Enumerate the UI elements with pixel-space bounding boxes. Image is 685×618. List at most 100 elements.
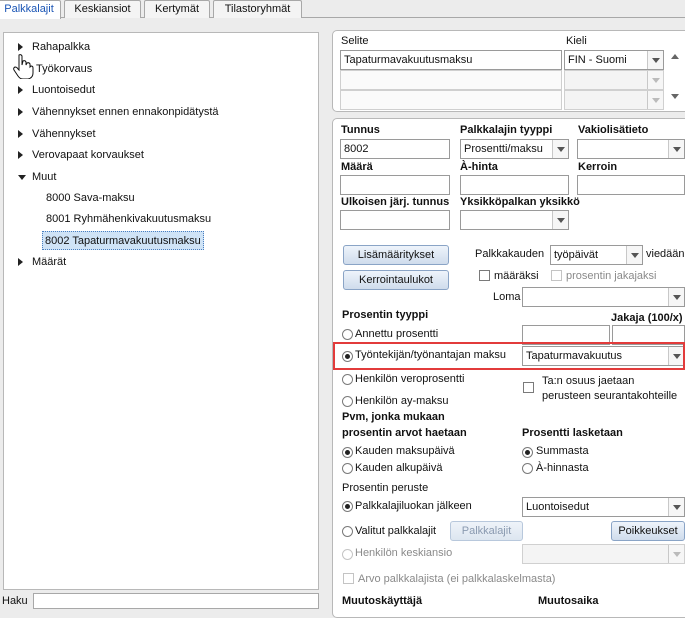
chevron-down-icon[interactable]: [626, 246, 642, 264]
maksupaiva-label: Kauden maksupäivä: [355, 445, 455, 457]
expand-arrow-icon[interactable]: [18, 108, 23, 116]
ulkoinen-tunnus-input[interactable]: [340, 210, 450, 230]
pvm-title: Pvm, jonka mukaan: [342, 411, 445, 423]
tyyppi-value: Prosentti/maksu: [464, 143, 543, 155]
expand-arrow-icon[interactable]: [18, 86, 23, 94]
lisamaaritykset-button[interactable]: Lisämääritykset: [343, 245, 449, 265]
expand-arrow-icon[interactable]: [18, 258, 23, 266]
annettu-prosentti-radio[interactable]: [342, 329, 353, 340]
tab-palkkalajit[interactable]: Palkkalajit: [0, 0, 61, 19]
palkkakauden-select[interactable]: työpäivät: [550, 245, 643, 265]
expand-arrow-icon[interactable]: [18, 151, 23, 159]
summasta-radio[interactable]: [522, 447, 533, 458]
veroprosentti-radio[interactable]: [342, 374, 353, 385]
tree-item-8002-selected[interactable]: 8002 Tapaturmavakuutusmaksu: [42, 231, 204, 250]
vakio-label: Vakiolisätieto: [578, 124, 649, 136]
chevron-down-icon[interactable]: [647, 51, 663, 69]
maaraksi-label: määräksi: [494, 270, 539, 282]
expand-arrow-icon[interactable]: [18, 130, 23, 138]
keskiansio-select[interactable]: [522, 544, 685, 564]
tyyppi-label: Palkkalajin tyyppi: [460, 124, 553, 136]
chevron-down-icon[interactable]: [552, 140, 568, 158]
yksikko-label: Yksikköpalkan yksikkö: [460, 196, 580, 208]
luokka-select[interactable]: Luontoisedut: [522, 497, 685, 517]
tree-item-label: Muut: [32, 171, 57, 183]
tyyppi-select[interactable]: Prosentti/maksu: [460, 139, 569, 159]
muutosaika-label: Muutosaika: [538, 595, 599, 607]
tree-item-8000[interactable]: 8000 Sava-maksu: [46, 189, 135, 207]
chevron-down-icon[interactable]: [647, 91, 663, 109]
search-input[interactable]: [33, 593, 319, 609]
kerroin-input[interactable]: [577, 175, 685, 195]
tree-item-label: Rahapalkka: [32, 41, 91, 53]
selite-input-empty[interactable]: [340, 70, 562, 90]
palkkakauden-label: Palkkakauden: [475, 248, 545, 260]
ahinnasta-label: À-hinnasta: [536, 462, 589, 474]
jakaja-label: Jakaja (100/x): [611, 312, 683, 324]
chevron-down-icon[interactable]: [647, 71, 663, 89]
ulkoinen-tunnus-label: Ulkoisen järj. tunnus: [341, 196, 450, 208]
col-header-kieli: Kieli: [566, 35, 587, 47]
arvo-checkbox[interactable]: [343, 573, 354, 584]
ahinta-input[interactable]: [460, 175, 569, 195]
laskentaan-title: Prosentti lasketaan: [522, 427, 623, 439]
tree-item-label: Vähennykset: [32, 128, 96, 140]
prosentin-jakajaksi-checkbox[interactable]: [551, 270, 562, 281]
alkupaiva-radio[interactable]: [342, 463, 353, 474]
tab-kertymat[interactable]: Kertymät: [144, 0, 210, 18]
palkkakauden-value: työpäivät: [554, 249, 599, 261]
collapse-arrow-icon[interactable]: [18, 175, 26, 180]
tree-item-label: Luontoisedut: [32, 84, 95, 96]
keskiansio-radio[interactable]: [342, 549, 353, 560]
tree-item-8001[interactable]: 8001 Ryhmähenkivakuutusmaksu: [46, 210, 211, 228]
selite-input-empty[interactable]: [340, 90, 562, 110]
chevron-down-icon[interactable]: [668, 288, 684, 306]
tunnus-input[interactable]: 8002: [340, 139, 450, 159]
palkkalajit-button[interactable]: Palkkalajit: [450, 521, 523, 541]
maksupaiva-radio[interactable]: [342, 447, 353, 458]
tab-keskiansiot[interactable]: Keskiansiot: [64, 0, 141, 18]
veroprosentti-label: Henkilön veroprosentti: [355, 373, 465, 385]
poikkeukset-button[interactable]: Poikkeukset: [611, 521, 685, 541]
chevron-down-icon[interactable]: [552, 211, 568, 229]
chevron-down-icon[interactable]: [668, 140, 684, 158]
tree-item-label: 8000 Sava-maksu: [46, 192, 135, 204]
arvo-label: Arvo palkkalajista (ei palkkalaskelmasta…: [358, 573, 556, 585]
peruste-title: Prosentin peruste: [342, 482, 429, 494]
prosentin-tyyppi-title: Prosentin tyyppi: [342, 309, 429, 321]
kieli-select-empty[interactable]: [564, 70, 664, 90]
tan-osuus-checkbox[interactable]: [523, 382, 534, 393]
tree-item-label: Vähennykset ennen ennakonpidätystä: [32, 106, 219, 118]
valitut-radio[interactable]: [342, 526, 353, 537]
kerroin-label: Kerroin: [578, 161, 618, 173]
muutoskayttaja-label: Muutoskäyttäjä: [342, 595, 423, 607]
kieli-select[interactable]: FIN - Suomi: [564, 50, 664, 70]
highlight-box: [333, 342, 685, 370]
yksikko-select[interactable]: [460, 210, 569, 230]
maara-input[interactable]: [340, 175, 450, 195]
valitut-label: Valitut palkkalajit: [355, 525, 437, 537]
chevron-down-icon[interactable]: [668, 545, 684, 563]
maaraksi-checkbox[interactable]: [479, 270, 490, 281]
tree-item-label: 8002 Tapaturmavakuutusmaksu: [45, 235, 201, 247]
luokan-jalkeen-radio[interactable]: [342, 501, 353, 512]
loma-label: Loma: [493, 291, 521, 303]
tree-item-label: Verovapaat korvaukset: [32, 149, 144, 161]
scroll-up-icon[interactable]: [668, 50, 684, 68]
kieli-select-empty[interactable]: [564, 90, 664, 110]
selite-input[interactable]: Tapaturmavakuutusmaksu: [340, 50, 562, 70]
aymaksu-radio[interactable]: [342, 396, 353, 407]
loma-select[interactable]: [522, 287, 685, 307]
vakio-select[interactable]: [577, 139, 685, 159]
tab-tilastoryhmat[interactable]: Tilastoryhmät: [213, 0, 302, 18]
ahinnasta-radio[interactable]: [522, 463, 533, 474]
maara-label: Määrä: [341, 161, 373, 173]
search-label: Haku: [2, 595, 28, 607]
scroll-down-icon[interactable]: [668, 90, 684, 108]
col-header-selite: Selite: [341, 35, 369, 47]
chevron-down-icon[interactable]: [668, 498, 684, 516]
expand-arrow-icon[interactable]: [18, 43, 23, 51]
palkkalaji-tree: Rahapalkka Työkorvaus Luontoisedut Vähen…: [3, 32, 319, 590]
summasta-label: Summasta: [536, 445, 589, 457]
kerrointaulukot-button[interactable]: Kerrointaulukot: [343, 270, 449, 290]
